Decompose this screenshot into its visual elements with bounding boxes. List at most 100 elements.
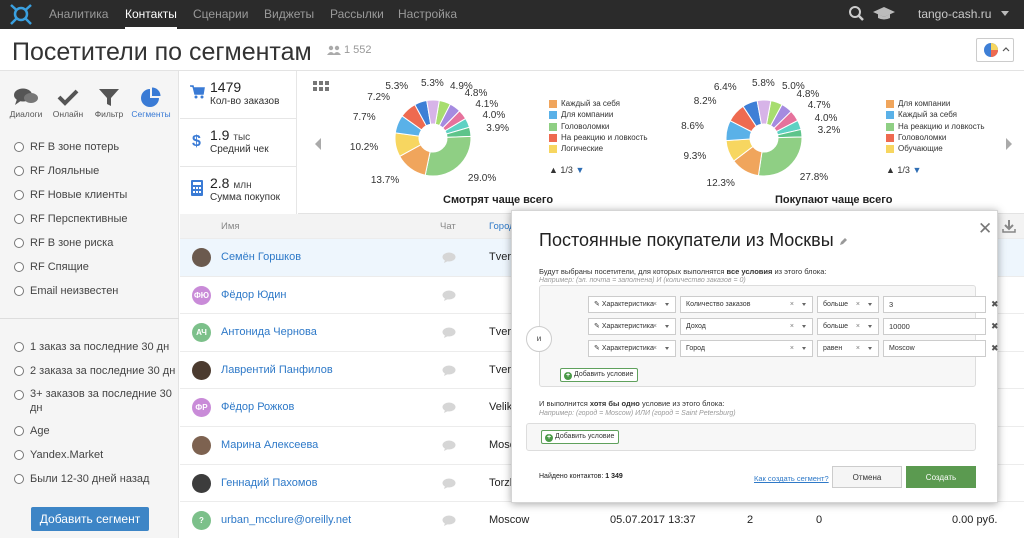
clear-icon[interactable]: × bbox=[856, 297, 860, 312]
avatar[interactable]: ФЮ bbox=[192, 285, 211, 305]
visitor-name-link[interactable]: Лаврентий Панфилов bbox=[221, 364, 333, 376]
graduation-cap-icon[interactable] bbox=[872, 4, 896, 24]
radio-button[interactable] bbox=[14, 286, 24, 296]
radio-button[interactable] bbox=[14, 166, 24, 176]
chat-bubble-icon[interactable] bbox=[442, 290, 456, 301]
visitor-name-link[interactable]: Фёдор Юдин bbox=[221, 289, 286, 301]
add-segment-button[interactable]: Добавить сегмент bbox=[31, 507, 149, 531]
avatar[interactable] bbox=[192, 473, 211, 493]
pie-slice[interactable] bbox=[424, 135, 472, 177]
segment-item[interactable]: RF Спящие bbox=[0, 255, 179, 279]
column-header-name[interactable]: Имя bbox=[221, 221, 240, 232]
radio-button[interactable] bbox=[14, 450, 24, 460]
nav-settings[interactable]: Настройка bbox=[398, 0, 457, 29]
condition-field-select[interactable]: Город × bbox=[680, 340, 813, 357]
chevron-down-icon[interactable] bbox=[1001, 11, 1009, 16]
legend-pager-right[interactable]: ▲ 1/3 ▼ bbox=[886, 165, 921, 175]
chevron-down-icon[interactable] bbox=[665, 347, 669, 350]
segment-item[interactable]: RF В зоне потерь bbox=[0, 135, 179, 159]
segment-item[interactable]: Yandex.Market bbox=[0, 443, 179, 467]
visitor-name-link[interactable]: Марина Алексеева bbox=[221, 439, 318, 451]
chevron-down-icon[interactable] bbox=[802, 303, 806, 306]
condition-value-input[interactable]: 10000 bbox=[883, 318, 986, 335]
clear-icon[interactable]: × bbox=[653, 297, 657, 312]
radio-button[interactable] bbox=[14, 474, 24, 484]
avatar[interactable] bbox=[192, 248, 211, 267]
nav-scenarios[interactable]: Сценарии bbox=[193, 0, 248, 29]
avatar[interactable] bbox=[192, 436, 211, 455]
download-icon[interactable] bbox=[1002, 219, 1016, 233]
condition-operator-select[interactable]: больше × bbox=[817, 318, 879, 335]
radio-button[interactable] bbox=[14, 262, 24, 272]
chart-toggle-button[interactable] bbox=[976, 38, 1014, 62]
remove-condition-icon[interactable]: ✖ bbox=[991, 340, 999, 357]
chat-bubble-icon[interactable] bbox=[442, 402, 456, 414]
avatar[interactable]: ФР bbox=[192, 398, 211, 418]
cancel-button[interactable]: Отмена bbox=[832, 466, 902, 488]
chat-bubble-icon[interactable] bbox=[442, 478, 456, 489]
segment-item[interactable]: RF В зоне риска bbox=[0, 231, 179, 255]
nav-widgets[interactable]: Виджеты bbox=[264, 0, 314, 29]
add-condition-button[interactable]: + Добавить условие bbox=[541, 430, 620, 444]
condition-operator-select[interactable]: равен × bbox=[817, 340, 879, 357]
radio-button[interactable] bbox=[14, 366, 24, 376]
remove-condition-icon[interactable]: ✖ bbox=[991, 318, 999, 335]
segment-item[interactable]: RF Новые клиенты bbox=[0, 183, 179, 207]
segment-item[interactable]: RF Перспективные bbox=[0, 207, 179, 231]
add-condition-button[interactable]: + Добавить условие bbox=[560, 368, 639, 382]
avatar[interactable]: АЧ bbox=[192, 323, 211, 343]
pie-slice[interactable] bbox=[757, 136, 803, 177]
chat-bubble-icon[interactable] bbox=[442, 327, 456, 339]
visitor-name-link[interactable]: Геннадий Пахомов bbox=[221, 477, 317, 489]
how-to-create-link[interactable]: Как создать сегмент? bbox=[754, 474, 829, 483]
tab-segments[interactable]: Сегменты bbox=[131, 87, 171, 119]
condition-field-select[interactable]: Доход × bbox=[680, 318, 813, 335]
tab-dialogs[interactable]: Диалоги bbox=[6, 87, 46, 119]
condition-value-input[interactable]: 3 bbox=[883, 296, 986, 313]
account-name[interactable]: tango-cash.ru bbox=[918, 0, 991, 28]
chevron-down-icon[interactable] bbox=[868, 325, 872, 328]
condition-type-select[interactable]: ✎ Характеристика × bbox=[588, 296, 676, 313]
clear-icon[interactable]: × bbox=[653, 319, 657, 334]
remove-condition-icon[interactable]: ✖ bbox=[991, 296, 999, 313]
chat-bubble-icon[interactable] bbox=[442, 252, 456, 263]
nav-contacts[interactable]: Контакты bbox=[125, 0, 177, 29]
segment-item[interactable]: RF Лояльные bbox=[0, 159, 179, 183]
condition-type-select[interactable]: ✎ Характеристика × bbox=[588, 318, 676, 335]
visitor-name-link[interactable]: Семён Горшков bbox=[221, 251, 301, 263]
clear-icon[interactable]: × bbox=[653, 341, 657, 356]
radio-button[interactable] bbox=[14, 238, 24, 248]
legend-pager-left[interactable]: ▲ 1/3 ▼ bbox=[549, 165, 584, 175]
clear-icon[interactable]: × bbox=[856, 341, 860, 356]
tab-filter[interactable]: Фильтр bbox=[89, 87, 129, 119]
segment-item[interactable]: Email неизвестен bbox=[0, 279, 179, 303]
segment-item[interactable]: 3+ заказов за последние 30 дн bbox=[0, 383, 179, 419]
avatar[interactable] bbox=[192, 360, 211, 380]
table-row[interactable]: ? urban_mcclure@oreilly.net Moscow 05.07.20… bbox=[180, 501, 1024, 538]
visitor-name-link[interactable]: Фёдор Рожков bbox=[221, 401, 294, 413]
chevron-down-icon[interactable] bbox=[665, 303, 669, 306]
nav-mailings[interactable]: Рассылки bbox=[330, 0, 384, 29]
segment-item[interactable]: Age bbox=[0, 419, 179, 443]
chevron-down-icon[interactable] bbox=[868, 303, 872, 306]
condition-value-select[interactable]: Moscow bbox=[883, 340, 986, 357]
radio-button[interactable] bbox=[14, 190, 24, 200]
condition-type-select[interactable]: ✎ Характеристика × bbox=[588, 340, 676, 357]
segment-item[interactable]: 2 заказа за последние 30 дн bbox=[0, 359, 179, 383]
chat-bubble-icon[interactable] bbox=[442, 365, 456, 376]
chat-bubble-icon[interactable] bbox=[442, 440, 456, 451]
chevron-right-icon[interactable] bbox=[1006, 138, 1012, 150]
create-button[interactable]: Создать bbox=[906, 466, 976, 488]
radio-button[interactable] bbox=[14, 390, 24, 400]
clear-icon[interactable]: × bbox=[790, 319, 794, 334]
nav-analytics[interactable]: Аналитика bbox=[49, 0, 108, 29]
visitor-name-link[interactable]: urban_mcclure@oreilly.net bbox=[221, 514, 351, 526]
chevron-down-icon[interactable] bbox=[802, 347, 806, 350]
logo-icon[interactable] bbox=[8, 3, 34, 25]
clear-icon[interactable]: × bbox=[790, 341, 794, 356]
radio-button[interactable] bbox=[14, 426, 24, 436]
clear-icon[interactable]: × bbox=[790, 297, 794, 312]
search-icon[interactable] bbox=[847, 4, 867, 24]
grid-icon[interactable] bbox=[313, 81, 329, 95]
segment-item[interactable]: 1 заказ за последние 30 дн bbox=[0, 335, 179, 359]
